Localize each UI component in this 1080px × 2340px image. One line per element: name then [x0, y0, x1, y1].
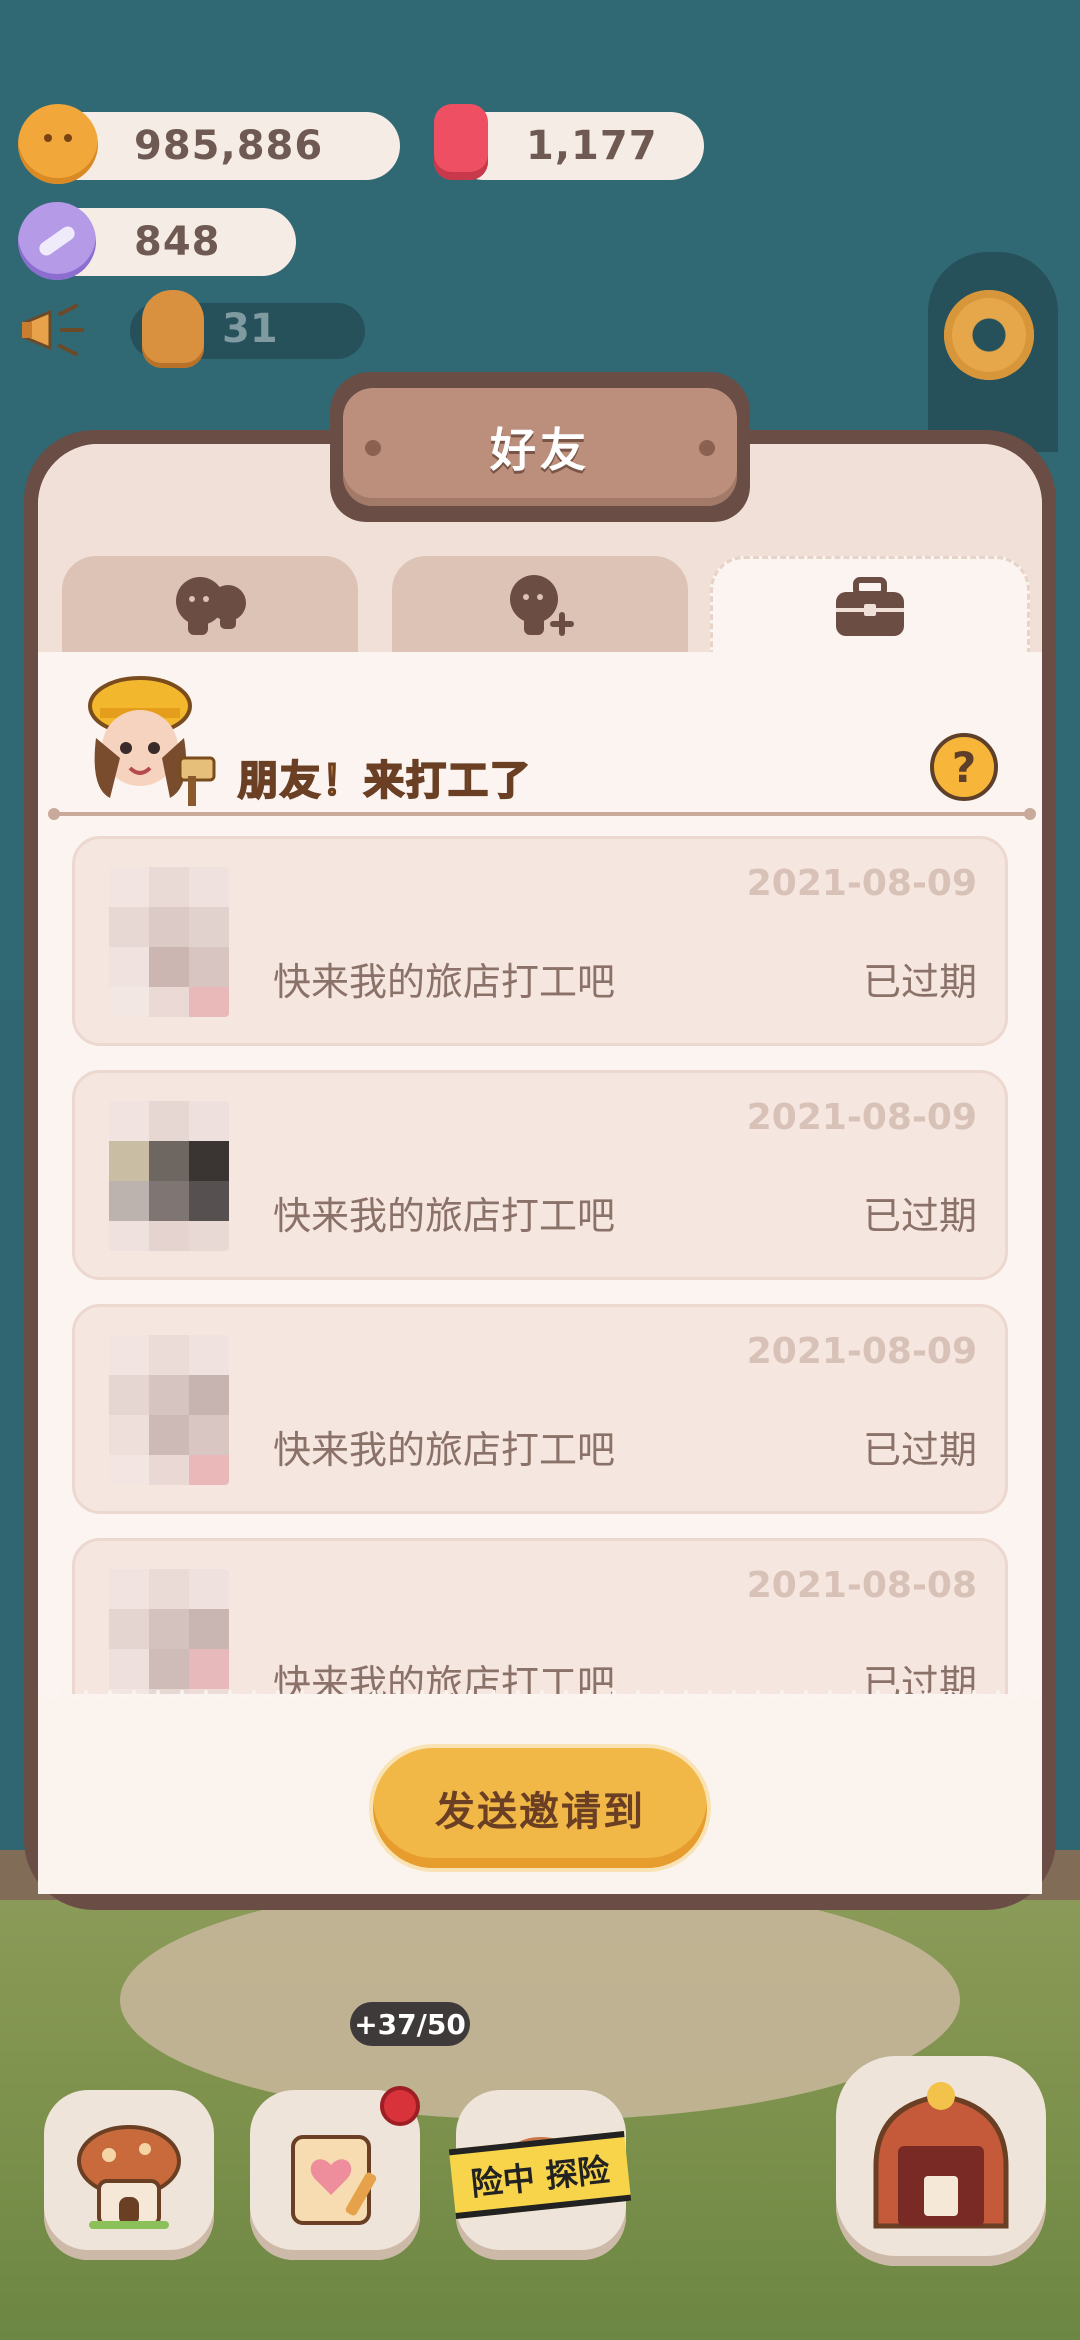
cookie-count: 985,886	[134, 123, 324, 169]
worker-girl-avatar	[88, 676, 216, 806]
invite-message: 快来我的旅店打工吧	[273, 960, 616, 1004]
notice-count: 31	[222, 306, 278, 352]
invite-card[interactable]: 2021-08-09 快来我的旅店打工吧 已过期	[72, 1304, 1008, 1514]
gingerbread-icon	[142, 290, 204, 368]
cookie-icon	[18, 104, 98, 184]
capacity-counter: +37/50	[350, 2002, 470, 2046]
invite-date: 2021-08-09	[746, 1097, 977, 1138]
invite-message: 快来我的旅店打工吧	[273, 1194, 616, 1238]
candy-icon	[18, 202, 96, 280]
invite-card[interactable]: 2021-08-08 快来我的旅店打工吧 已过期	[72, 1538, 1008, 1694]
question-icon: ?	[951, 742, 977, 792]
invite-list[interactable]: 2021-08-09 快来我的旅店打工吧 已过期 2021-08-09 快来我的…	[72, 836, 1010, 1694]
hotel-button[interactable]	[44, 2090, 214, 2260]
gem-icon	[434, 104, 488, 180]
invite-message: 快来我的旅店打工吧	[273, 1662, 616, 1694]
theater-icon	[873, 2082, 1009, 2229]
blurred-avatar	[109, 1101, 229, 1251]
banner-divider	[48, 808, 1036, 820]
diary-heart-icon	[291, 2135, 377, 2225]
gem-currency-pill[interactable]: 1,177	[450, 112, 704, 180]
invite-card[interactable]: 2021-08-09 快来我的旅店打工吧 已过期	[72, 1070, 1008, 1280]
invite-date: 2021-08-09	[746, 1331, 977, 1372]
send-invite-button[interactable]: 发送邀请到	[373, 1748, 707, 1868]
blurred-avatar	[109, 867, 229, 1017]
invite-status: 已过期	[862, 960, 977, 1004]
invite-status: 已过期	[862, 1662, 977, 1694]
blurred-avatar	[109, 1569, 229, 1694]
briefcase-icon	[836, 576, 904, 636]
list-edge-scallop	[38, 1690, 1042, 1714]
theater-button[interactable]	[836, 2056, 1046, 2266]
blurred-avatar	[109, 1335, 229, 1485]
modal-title: 好友	[490, 423, 590, 477]
invite-date: 2021-08-09	[746, 863, 977, 904]
banner-title: 朋友！来打工了	[237, 757, 532, 805]
gear-icon[interactable]	[944, 290, 1034, 380]
invite-status: 已过期	[862, 1194, 977, 1238]
invite-message: 快来我的旅店打工吧	[273, 1428, 616, 1472]
tab-friends[interactable]	[62, 556, 358, 656]
tab-work[interactable]	[710, 556, 1030, 656]
hotel-icon	[77, 2125, 181, 2229]
help-button[interactable]: ?	[930, 733, 998, 801]
megaphone-icon[interactable]	[20, 300, 90, 360]
friends-icon	[176, 577, 246, 635]
add-friend-icon	[510, 575, 574, 636]
candy-count: 848	[134, 219, 221, 265]
notification-dot	[380, 2086, 420, 2126]
title-plaque: 好友	[343, 388, 737, 506]
gem-count: 1,177	[526, 123, 658, 169]
invite-date: 2021-08-08	[746, 1565, 977, 1606]
invite-status: 已过期	[862, 1428, 977, 1472]
invite-card[interactable]: 2021-08-09 快来我的旅店打工吧 已过期	[72, 836, 1008, 1046]
tab-add-friend[interactable]	[392, 556, 688, 656]
game-scene-plaza	[120, 1880, 960, 2120]
